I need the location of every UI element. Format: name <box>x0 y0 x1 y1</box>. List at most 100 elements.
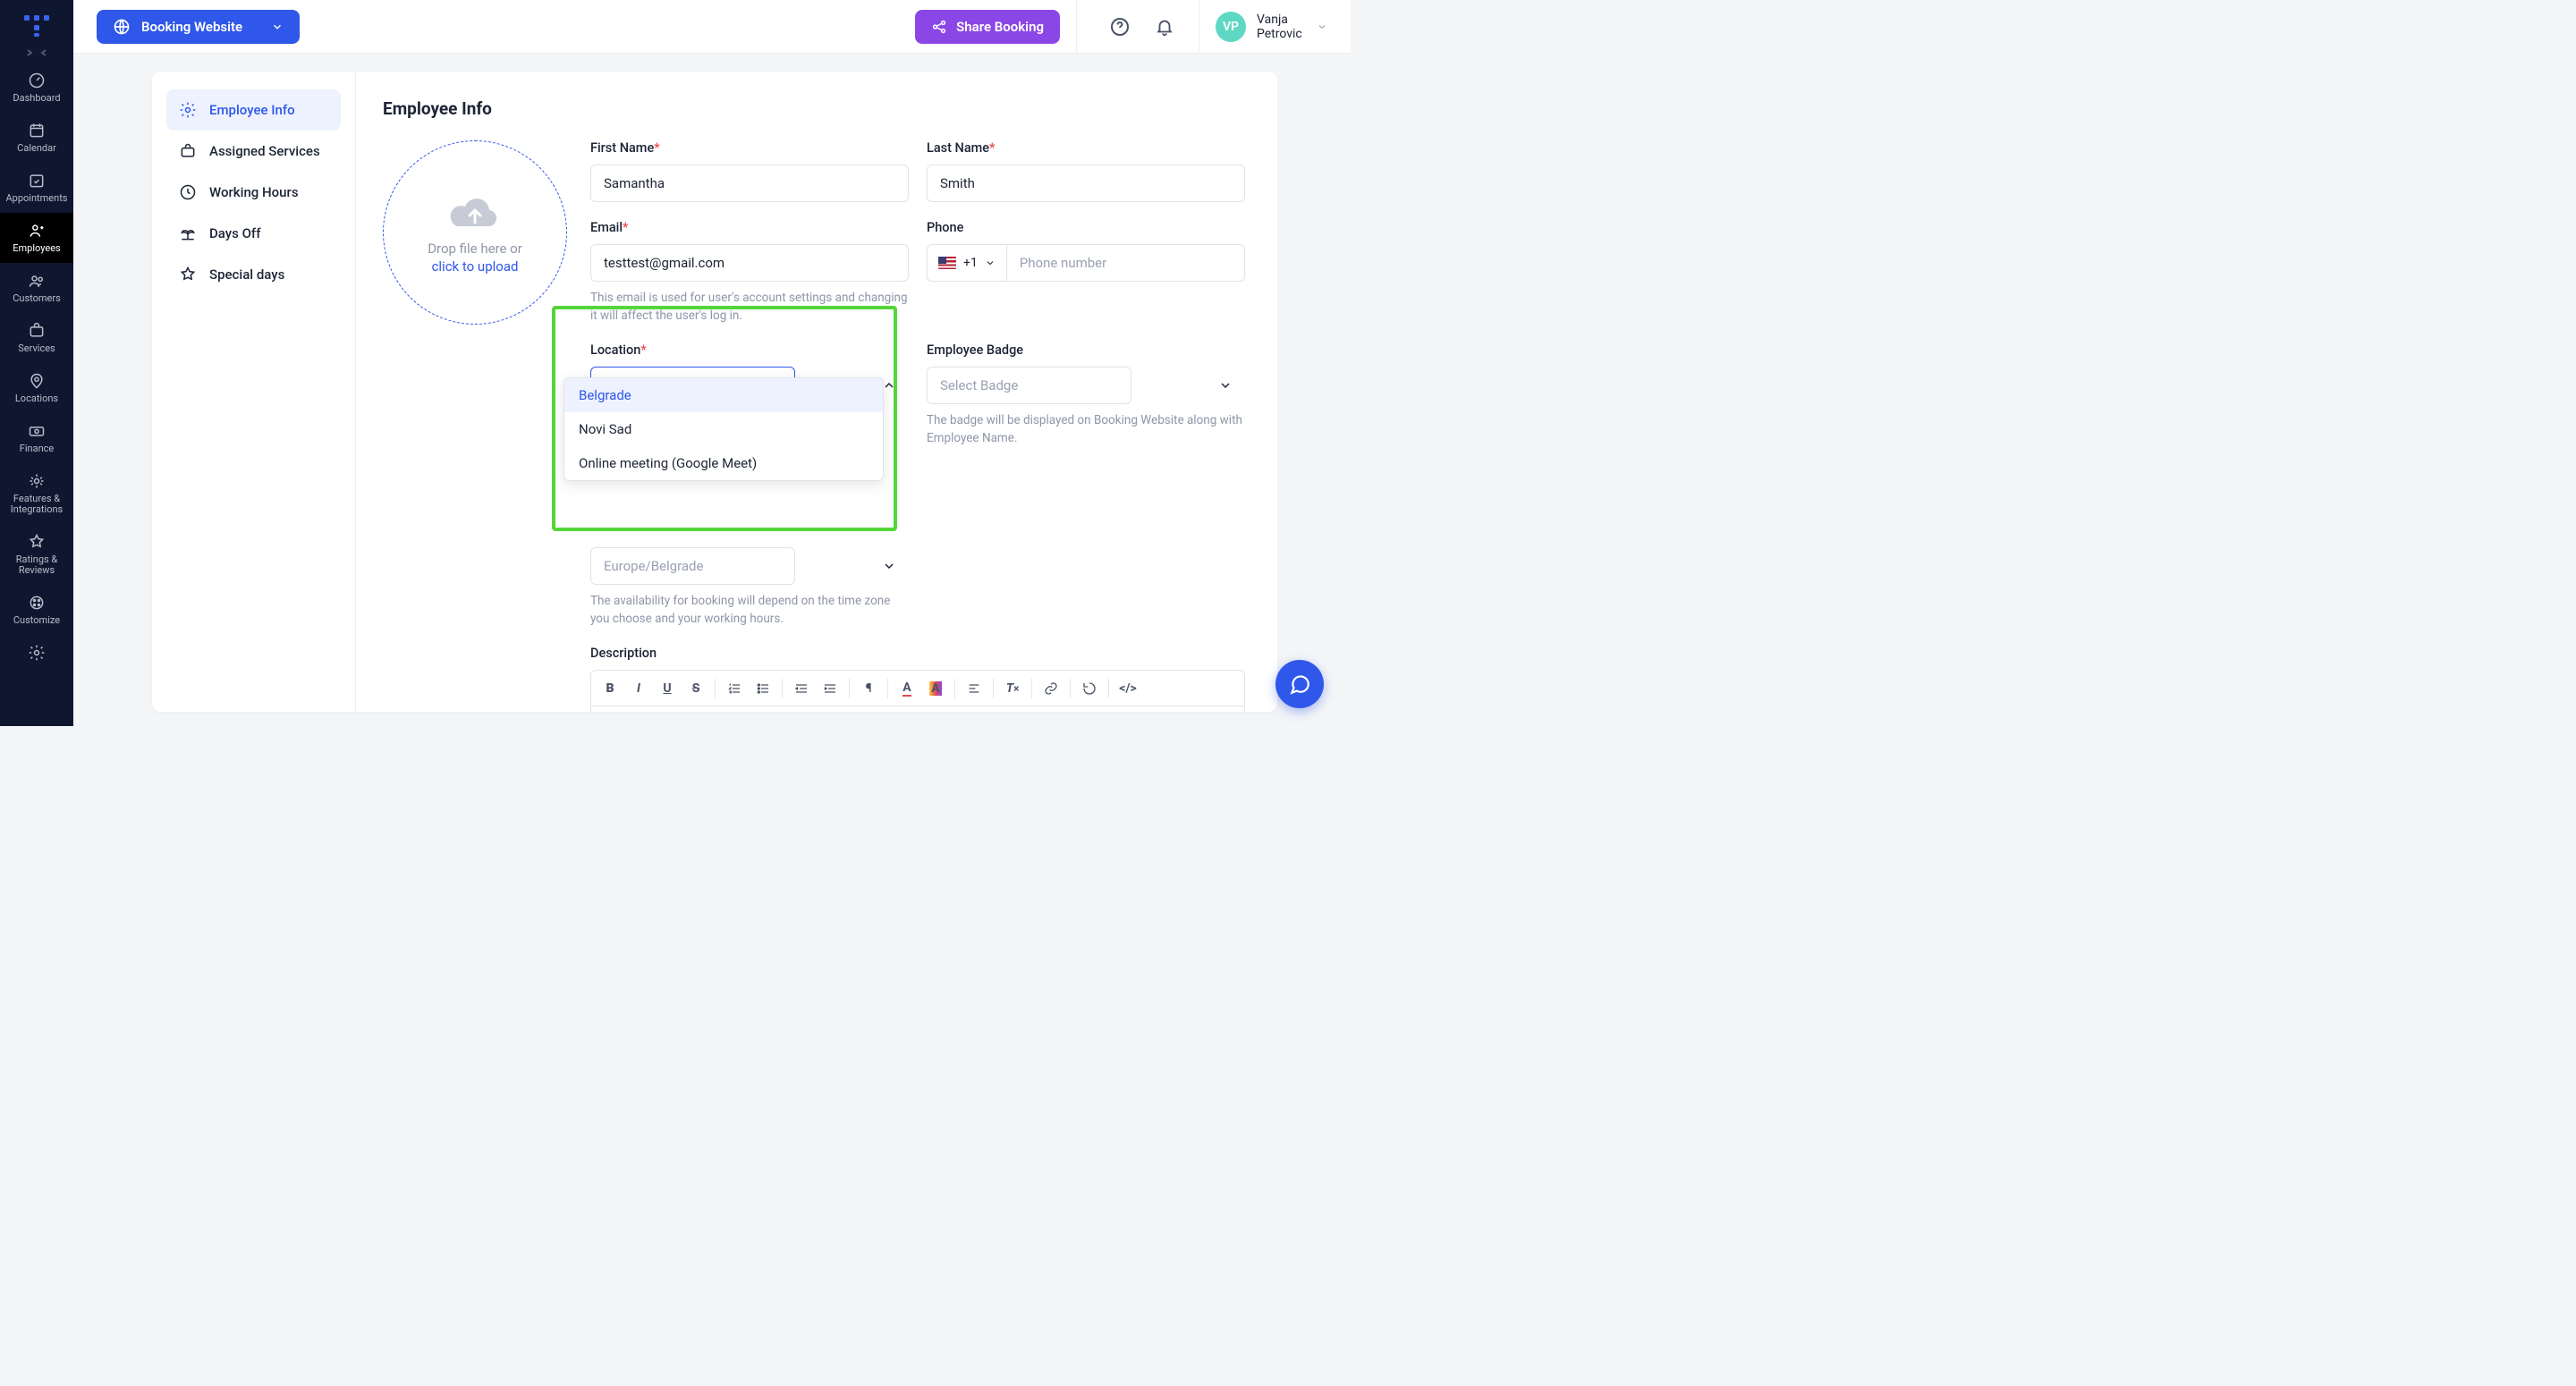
star-icon <box>179 266 197 283</box>
italic-button[interactable]: I <box>625 675 652 702</box>
link-button[interactable] <box>1038 675 1064 702</box>
tab-working-hours[interactable]: Working Hours <box>166 172 341 213</box>
phone-prefix: +1 <box>963 256 978 270</box>
nav-label: Customize <box>13 615 60 626</box>
code-button[interactable]: </> <box>1114 675 1141 702</box>
tab-special-days[interactable]: Special days <box>166 254 341 295</box>
nav-ratings-reviews[interactable]: Ratings & Reviews <box>0 524 73 585</box>
upload-cloud-icon <box>450 190 500 233</box>
field-last-name: Last Name* <box>927 140 1245 202</box>
underline-button[interactable]: U <box>654 675 681 702</box>
user-avatar: VP <box>1216 12 1246 42</box>
chevron-down-icon <box>882 559 896 573</box>
help-button[interactable] <box>1102 9 1138 45</box>
ordered-list-button[interactable] <box>721 675 748 702</box>
upload-text-1: Drop file here or <box>428 241 522 257</box>
field-first-name: First Name* <box>590 140 909 202</box>
field-employee-badge: Employee Badge The badge will be display… <box>927 342 1245 447</box>
text-color-button[interactable]: A <box>894 675 920 702</box>
timezone-select[interactable] <box>590 547 795 585</box>
highlight-button[interactable]: A <box>922 675 949 702</box>
dropdown-label: Booking Website <box>141 19 242 35</box>
nav-collapse-arrows[interactable] <box>25 48 48 63</box>
nav-locations[interactable]: Locations <box>0 363 73 413</box>
photo-upload[interactable]: Drop file here or click to upload <box>383 140 567 325</box>
nav-label: Locations <box>15 393 58 404</box>
share-label: Share Booking <box>956 19 1044 35</box>
field-label: Location <box>590 342 640 358</box>
undo-button[interactable] <box>1076 675 1103 702</box>
chat-icon <box>1288 672 1311 696</box>
nav-dashboard[interactable]: Dashboard <box>0 63 73 113</box>
chevron-down-icon <box>1218 378 1233 393</box>
nav-services[interactable]: Services <box>0 313 73 363</box>
bold-button[interactable]: B <box>597 675 623 702</box>
chevron-down-icon <box>1317 21 1327 32</box>
nav-employees[interactable]: Employees <box>0 213 73 263</box>
strike-button[interactable]: S <box>682 675 709 702</box>
nav-customers[interactable]: Customers <box>0 263 73 313</box>
nav-label: Employees <box>13 243 60 254</box>
upload-text-2: click to upload <box>432 258 519 275</box>
last-name-input[interactable] <box>927 165 1245 202</box>
chevron-down-icon <box>271 21 284 33</box>
indent-button[interactable] <box>817 675 843 702</box>
notifications-button[interactable] <box>1147 9 1182 45</box>
nav-appointments[interactable]: Appointments <box>0 163 73 213</box>
gear-icon <box>179 101 197 119</box>
user-name: Vanja Petrovic <box>1257 13 1306 41</box>
chat-fab[interactable] <box>1275 660 1324 708</box>
badge-select[interactable] <box>927 367 1131 404</box>
nav-settings[interactable] <box>0 635 73 662</box>
user-menu[interactable]: VP Vanja Petrovic <box>1216 12 1327 42</box>
description-input[interactable]: Insert text here ... <box>590 706 1245 712</box>
clock-icon <box>179 183 197 201</box>
field-email: Email* This email is used for user's acc… <box>590 220 909 325</box>
paragraph-button[interactable]: ¶ <box>855 675 882 702</box>
employee-panel: Employee Info Assigned Services Working … <box>152 72 1277 712</box>
field-label: First Name <box>590 140 654 156</box>
field-label: Employee Badge <box>927 342 1023 358</box>
sidebar: Dashboard Calendar Appointments Employee… <box>0 0 73 726</box>
app-logo <box>23 0 50 48</box>
location-option[interactable]: Belgrade <box>564 378 883 412</box>
unordered-list-button[interactable] <box>750 675 776 702</box>
first-name-input[interactable] <box>590 165 909 202</box>
booking-website-dropdown[interactable]: Booking Website <box>97 10 300 44</box>
chevron-up-icon <box>882 378 896 393</box>
panel-content: Employee Info Drop file here or click to… <box>356 72 1277 712</box>
field-label: Last Name <box>927 140 989 156</box>
nav-label: Features & Integrations <box>0 494 73 515</box>
nav-label: Ratings & Reviews <box>0 554 73 576</box>
clear-format-button[interactable]: T× <box>999 675 1026 702</box>
tab-label: Special days <box>209 266 284 283</box>
location-option[interactable]: Online meeting (Google Meet) <box>564 446 883 480</box>
align-button[interactable] <box>961 675 987 702</box>
nav-label: Appointments <box>6 193 68 204</box>
nav-customize[interactable]: Customize <box>0 585 73 635</box>
field-helper: The badge will be displayed on Booking W… <box>927 411 1245 447</box>
field-description: Description B I U S ¶ <box>590 646 1245 712</box>
tab-label: Assigned Services <box>209 143 320 159</box>
email-input[interactable] <box>590 244 909 282</box>
tab-employee-info[interactable]: Employee Info <box>166 89 341 131</box>
nav-features-integrations[interactable]: Features & Integrations <box>0 463 73 524</box>
field-helper: The availability for booking will depend… <box>590 592 909 628</box>
field-phone: Phone +1 <box>927 220 1245 325</box>
globe-icon <box>113 18 131 36</box>
bell-icon <box>1155 17 1174 37</box>
nav-label: Customers <box>13 293 61 304</box>
outdent-button[interactable] <box>788 675 815 702</box>
location-option[interactable]: Novi Sad <box>564 412 883 446</box>
phone-input[interactable] <box>1006 244 1245 282</box>
phone-country-select[interactable]: +1 <box>927 244 1006 282</box>
field-timezone: The availability for booking will depend… <box>590 547 909 628</box>
spacer <box>927 547 1245 628</box>
share-booking-button[interactable]: Share Booking <box>915 10 1060 44</box>
tab-days-off[interactable]: Days Off <box>166 213 341 254</box>
nav-label: Finance <box>20 444 54 454</box>
nav-finance[interactable]: Finance <box>0 413 73 463</box>
share-icon <box>931 19 947 35</box>
tab-assigned-services[interactable]: Assigned Services <box>166 131 341 172</box>
nav-calendar[interactable]: Calendar <box>0 113 73 163</box>
